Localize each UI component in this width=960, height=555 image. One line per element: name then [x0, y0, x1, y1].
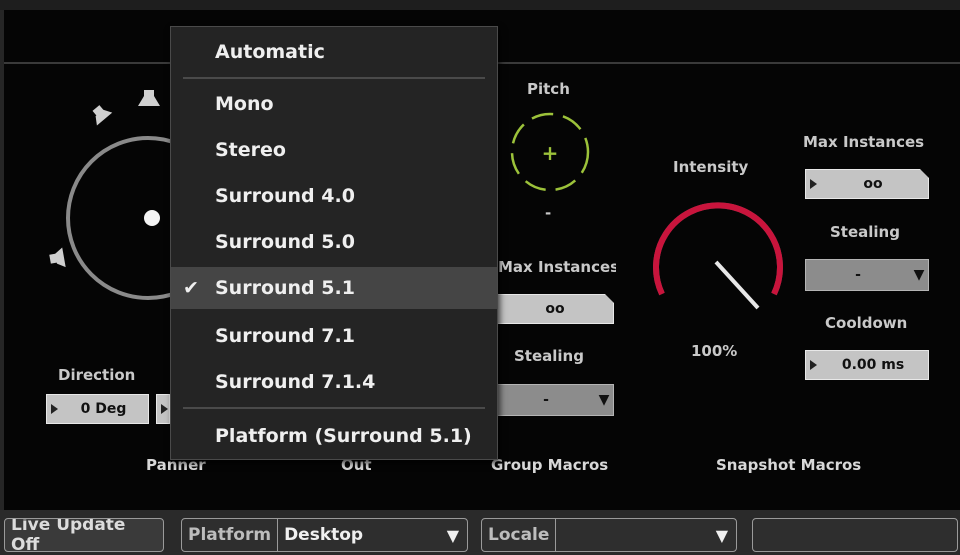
snapshot-max-instances-label: Max Instances — [803, 133, 925, 151]
intensity-pointer — [714, 260, 760, 310]
menu-separator — [183, 77, 485, 79]
group-stealing-value: - — [543, 392, 549, 408]
intensity-arc-fill — [653, 202, 783, 296]
menu-separator — [183, 407, 485, 409]
direction-arrow-icon — [51, 403, 59, 415]
snapshot-macros-section-label: Snapshot Macros — [716, 456, 862, 474]
cooldown-field[interactable]: 0.00 ms — [805, 350, 929, 380]
top-strip — [0, 0, 960, 10]
menu-item-surround-7-1-4[interactable]: Surround 7.1.4 — [171, 361, 497, 403]
panner-dial[interactable] — [40, 78, 190, 338]
intensity-arc-track — [653, 202, 783, 296]
check-icon: ✔ — [183, 277, 199, 299]
pitch-plus-icon: + — [542, 141, 559, 165]
platform-select[interactable]: Platform Desktop ▼ — [181, 518, 468, 552]
locale-value — [556, 519, 568, 551]
group-max-instances-label: Max Instances — [498, 258, 616, 276]
speaker-icon-surround-left — [49, 247, 66, 268]
direction-value: 0 Deg — [80, 401, 127, 417]
arrow-icon — [161, 403, 169, 415]
group-stealing-select[interactable]: - ▼ — [496, 384, 614, 416]
speaker-format-dropdown: Automatic Mono Stereo Surround 4.0 Surro… — [170, 26, 498, 460]
snapshot-max-instances-value: oo — [863, 176, 883, 192]
panner-puck — [144, 210, 160, 226]
pitch-label: Pitch — [527, 80, 570, 98]
menu-item-surround-4-0[interactable]: Surround 4.0 — [171, 175, 497, 217]
menu-item-surround-5-1-label: Surround 5.1 — [215, 277, 355, 299]
direction-field[interactable]: 0 Deg — [46, 394, 149, 424]
direction-field-2[interactable] — [156, 394, 170, 424]
chevron-down-icon: ▼ — [715, 525, 728, 545]
menu-item-mono[interactable]: Mono — [171, 83, 497, 125]
intensity-knob[interactable] — [648, 182, 788, 322]
arrow-icon — [810, 359, 818, 371]
snapshot-stealing-label: Stealing — [830, 223, 900, 241]
group-max-instances-value: oo — [545, 301, 565, 317]
pitch-value: - — [545, 204, 552, 222]
locale-label: Locale — [488, 525, 550, 545]
snapshot-max-instances-field[interactable]: oo — [805, 169, 929, 199]
direction-label: Direction — [58, 366, 136, 384]
group-macros-section-label: Group Macros — [491, 456, 609, 474]
cooldown-value: 0.00 ms — [841, 357, 905, 373]
pitch-dial[interactable]: + — [508, 106, 594, 196]
chevron-down-icon: ▼ — [913, 267, 925, 283]
locale-select[interactable]: Locale ▼ — [481, 518, 737, 552]
menu-item-stereo[interactable]: Stereo — [171, 129, 497, 171]
platform-label: Platform — [188, 525, 272, 545]
group-max-instances-field[interactable]: oo — [496, 294, 614, 324]
snapshot-stealing-select[interactable]: - ▼ — [805, 259, 929, 291]
platform-value: Desktop — [284, 525, 364, 545]
menu-item-surround-5-1[interactable]: ✔ Surround 5.1 — [171, 267, 497, 309]
menu-item-surround-5-0[interactable]: Surround 5.0 — [171, 221, 497, 263]
speaker-icon-front-left — [92, 105, 113, 126]
speaker-icon-center — [138, 90, 160, 106]
intensity-label: Intensity — [673, 158, 749, 176]
snapshot-stealing-value: - — [855, 267, 861, 283]
group-stealing-label: Stealing — [514, 347, 584, 365]
cooldown-label: Cooldown — [825, 314, 908, 332]
chevron-down-icon: ▼ — [446, 525, 459, 545]
live-update-label: Live Update Off — [11, 518, 126, 552]
chevron-down-icon: ▼ — [598, 392, 610, 408]
toolbar-field[interactable] — [752, 518, 958, 552]
menu-item-platform[interactable]: Platform (Surround 5.1) — [171, 415, 497, 457]
intensity-value: 100% — [691, 342, 738, 360]
menu-item-surround-7-1[interactable]: Surround 7.1 — [171, 315, 497, 357]
arrow-icon — [810, 178, 818, 190]
menu-item-automatic[interactable]: Automatic — [171, 31, 497, 73]
live-update-button[interactable]: Live Update Off — [4, 518, 164, 552]
